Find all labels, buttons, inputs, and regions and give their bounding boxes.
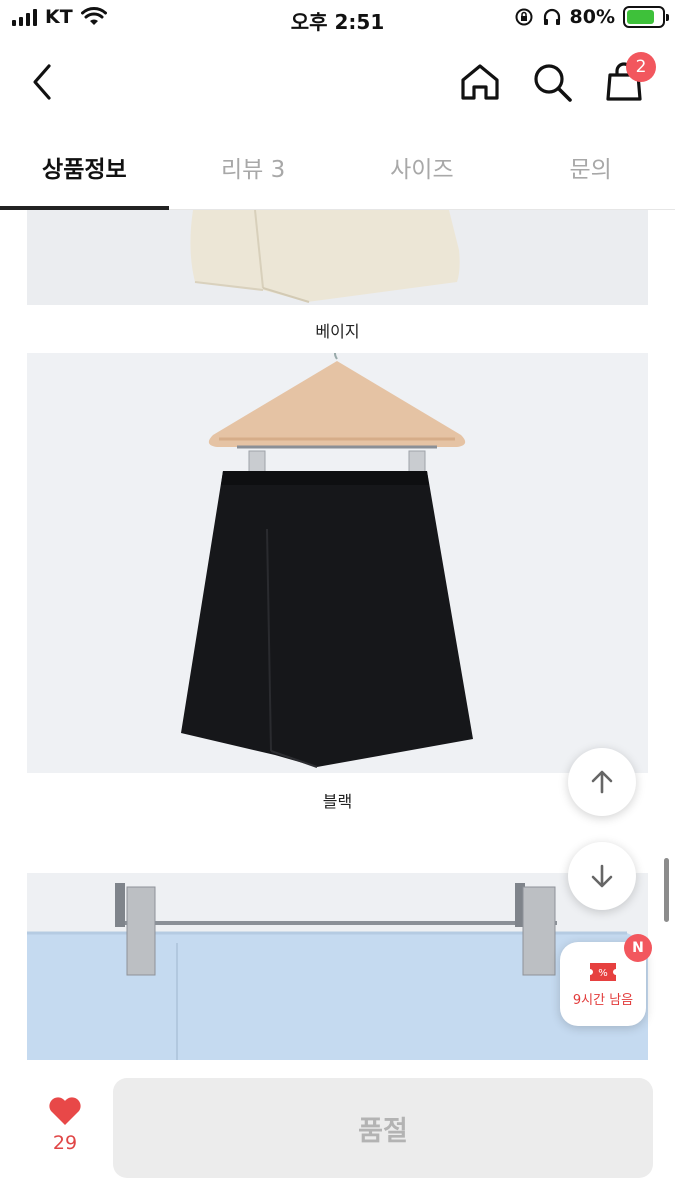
tab-inquiry[interactable]: 문의 bbox=[506, 124, 675, 209]
arrow-down-icon bbox=[591, 864, 613, 888]
coupon-ticket-icon: % bbox=[590, 962, 616, 981]
product-detail-content[interactable]: 베이지 블랙 bbox=[0, 210, 675, 1060]
headphones-icon bbox=[543, 8, 560, 25]
battery-percent: 80% bbox=[569, 6, 615, 28]
cart-count-badge: 2 bbox=[626, 52, 656, 82]
caption-beige: 베이지 bbox=[315, 322, 360, 341]
product-image-skyblue bbox=[27, 873, 648, 1060]
battery-icon bbox=[623, 6, 669, 28]
battery-fill bbox=[627, 10, 655, 24]
like-button[interactable]: 29 bbox=[36, 1096, 94, 1154]
home-icon bbox=[461, 64, 499, 100]
product-image-black bbox=[27, 353, 648, 773]
new-badge: N bbox=[624, 934, 652, 962]
cart-button[interactable]: 2 bbox=[600, 52, 656, 106]
home-button[interactable] bbox=[456, 58, 504, 106]
scrollbar[interactable] bbox=[664, 858, 669, 922]
svg-text:%: % bbox=[598, 968, 608, 979]
skyblue-skirt-image bbox=[27, 883, 648, 1060]
tab-size[interactable]: 사이즈 bbox=[338, 124, 507, 209]
arrow-up-icon bbox=[591, 770, 613, 794]
bottom-action-bar: 29 품절 bbox=[0, 1060, 675, 1200]
chevron-left-icon bbox=[33, 64, 51, 100]
search-button[interactable] bbox=[528, 58, 576, 106]
scroll-bottom-button[interactable] bbox=[568, 842, 636, 910]
product-tabs: 상품정보 리뷰 3 사이즈 문의 bbox=[0, 124, 675, 210]
tab-product-info[interactable]: 상품정보 bbox=[0, 124, 169, 210]
scroll-top-button[interactable] bbox=[568, 748, 636, 816]
nav-header: 2 bbox=[0, 40, 675, 124]
black-skirt-image bbox=[181, 353, 473, 768]
beige-skirt-image bbox=[190, 210, 460, 303]
back-button[interactable] bbox=[18, 58, 66, 106]
product-image-beige bbox=[27, 210, 648, 305]
like-count: 29 bbox=[52, 1132, 78, 1154]
status-right: 80% bbox=[514, 6, 669, 28]
coupon-timer-text: 9시간 남음 bbox=[572, 992, 634, 1008]
coupon-button[interactable]: % 9시간 남음 N bbox=[560, 934, 652, 1026]
search-icon bbox=[534, 64, 572, 102]
tab-reviews[interactable]: 리뷰 3 bbox=[169, 124, 338, 209]
heart-icon bbox=[49, 1097, 81, 1125]
soldout-button[interactable]: 품절 bbox=[113, 1078, 653, 1178]
rotation-lock-icon bbox=[515, 8, 533, 26]
status-bar: KT 오후 2:51 80% bbox=[0, 0, 675, 38]
